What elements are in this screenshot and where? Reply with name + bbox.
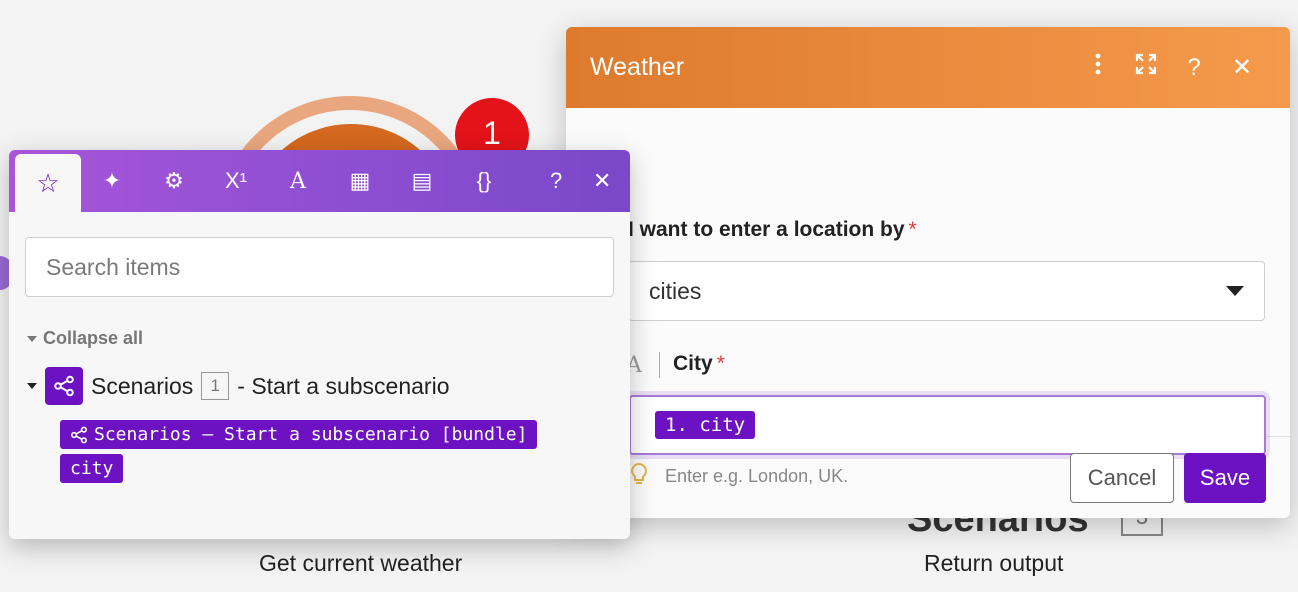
dialog-title: Weather [590,53,685,81]
cancel-button[interactable]: Cancel [1070,453,1174,503]
more-vertical-icon[interactable] [1074,53,1122,82]
tree-module-number: 1 [201,372,230,400]
left-module-label: Get current weather [259,550,463,576]
weather-dialog: Weather ? ✕ I want to enter a location b… [566,27,1290,518]
braces-icon: {} [476,168,492,193]
caret-down-icon [27,383,37,389]
label-divider [659,352,660,378]
close-icon[interactable]: ✕ [1218,53,1266,82]
sparkle-icon: ✦ [102,168,122,193]
mapping-tabs: ☆ ✦ ⚙ X¹ A ▦ ▤ {} ? ✕ [9,150,630,212]
share-icon [45,367,83,405]
location-label-text: I want to enter a location by [628,218,905,241]
text-icon: A [290,168,306,194]
collapse-all-label: Collapse all [43,328,144,348]
close-icon[interactable]: ✕ [593,150,611,212]
calendar-icon: ▦ [349,168,371,193]
dialog-body: I want to enter a location by * cities A … [566,108,1290,486]
gear-icon: ⚙ [164,168,184,193]
bundle-pill-label: Scenarios – Start a subscenario [bundle] [94,424,528,445]
tab-date[interactable]: ▦ [329,150,391,212]
tree-module-name: Scenarios [91,372,194,399]
help-icon[interactable]: ? [1170,54,1218,82]
chevron-down-icon [1226,286,1244,296]
bundle-pill[interactable]: Scenarios – Start a subscenario [bundle] [60,420,538,449]
right-module-label: Return output [924,550,1064,576]
required-mark: * [908,218,917,241]
location-select-value: cities [649,277,702,304]
city-item-pill[interactable]: city [60,454,124,483]
save-button[interactable]: Save [1184,453,1266,503]
tab-array[interactable]: ▤ [391,150,453,212]
required-mark: * [716,352,725,375]
tree-module-action: - Start a subscenario [237,372,450,399]
tab-general[interactable]: ⚙ [143,150,205,212]
help-icon[interactable]: ? [550,150,562,212]
dialog-header: Weather ? ✕ [566,27,1290,108]
search-input[interactable] [25,237,614,297]
tab-ai[interactable]: ✦ [81,150,143,212]
expand-icon[interactable] [1122,53,1170,82]
tab-math[interactable]: X¹ [205,150,267,212]
collapse-all-toggle[interactable]: Collapse all [27,328,143,349]
tab-text[interactable]: A [267,150,329,212]
tab-star[interactable]: ☆ [15,154,81,212]
mapped-city-pill[interactable]: 1. city [655,411,756,439]
caret-down-icon [27,335,37,342]
superscript-icon: X¹ [225,168,247,193]
location-select[interactable]: cities [628,261,1265,321]
tab-json[interactable]: {} [453,150,515,212]
mapping-panel: ☆ ✦ ⚙ X¹ A ▦ ▤ {} ? ✕ Collapse all [9,150,630,539]
tree-module-row[interactable]: Scenarios 1 - Start a subscenario [27,367,450,405]
dialog-footer: Cancel Save [566,438,1290,518]
city-field-label: City * [673,352,725,376]
location-field-label: I want to enter a location by * [628,218,917,242]
share-icon [70,426,88,443]
star-icon: ☆ [36,167,60,198]
table-icon: ▤ [411,168,433,193]
city-label-text: City [673,352,713,375]
